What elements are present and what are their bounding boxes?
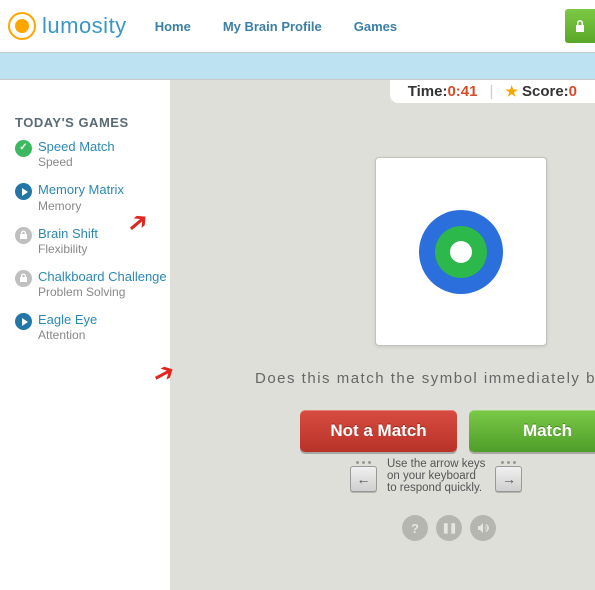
hud-bar: Time: 0:41 | ★ Score: 0 [390,80,595,103]
prompt-text: Does this match the symbol immediately b… [255,370,595,387]
sidebar: TODAY'S GAMES ✓ Speed Match Speed Memory… [0,80,170,590]
game-category: Flexibility [38,242,98,257]
lock-icon [15,227,32,244]
game-name: Memory Matrix [38,182,124,198]
play-icon [15,313,32,330]
lock-icon [574,19,586,33]
game-item-memory-matrix[interactable]: Memory Matrix Memory [15,182,170,213]
score-value: 0 [569,83,577,100]
check-icon: ✓ [15,140,32,157]
not-a-match-button[interactable]: Not a Match [300,410,457,452]
time-label: Time: [408,83,448,100]
game-category: Attention [38,328,97,343]
symbol-ring-outer [419,210,503,294]
game-name: Speed Match [38,139,115,155]
sidebar-title: TODAY'S GAMES [15,115,170,130]
nav-games[interactable]: Games [354,19,397,34]
hint-text: Use the arrow keys on your keyboard to r… [387,458,485,494]
pause-button[interactable]: ❚❚ [436,515,462,541]
arrow-left-key: ← [350,466,377,492]
game-item-speed-match[interactable]: ✓ Speed Match Speed [15,139,170,170]
game-item-brain-shift[interactable]: Brain Shift Flexibility [15,226,170,257]
match-button[interactable]: Match [469,410,595,452]
nav-home[interactable]: Home [155,19,191,34]
game-name: Brain Shift [38,226,98,242]
game-category: Speed [38,155,115,170]
help-button[interactable]: ? [402,515,428,541]
game-name: Eagle Eye [38,312,97,328]
game-category: Memory [38,199,124,214]
symbol-ring-inner [450,241,472,263]
game-item-eagle-eye[interactable]: Eagle Eye Attention [15,312,170,343]
score-label: Score: [522,83,569,100]
speaker-icon [476,521,490,535]
keyboard-hint: ← Use the arrow keys on your keyboard to… [350,458,522,494]
star-icon: ★ [505,83,518,100]
game-area: Time: 0:41 | ★ Score: 0 Does this match … [170,80,595,590]
nav-brain-profile[interactable]: My Brain Profile [223,19,322,34]
symbol-card [375,157,547,346]
game-item-chalkboard-challenge[interactable]: Chalkboard Challenge Problem Solving [15,269,170,300]
header: lumosity Home My Brain Profile Games [0,0,595,52]
logo-text: lumosity [42,13,127,39]
lock-icon [15,270,32,287]
symbol-ring-mid [435,226,487,278]
login-button[interactable] [565,9,595,43]
game-category: Problem Solving [38,285,167,300]
arrow-right-key: → [495,466,522,492]
sound-button[interactable] [470,515,496,541]
sub-header-bar [0,52,595,80]
game-name: Chalkboard Challenge [38,269,167,285]
play-icon [15,183,32,200]
time-value: 0:41 [447,83,477,100]
logo[interactable]: lumosity [8,12,127,40]
brain-icon [8,12,36,40]
